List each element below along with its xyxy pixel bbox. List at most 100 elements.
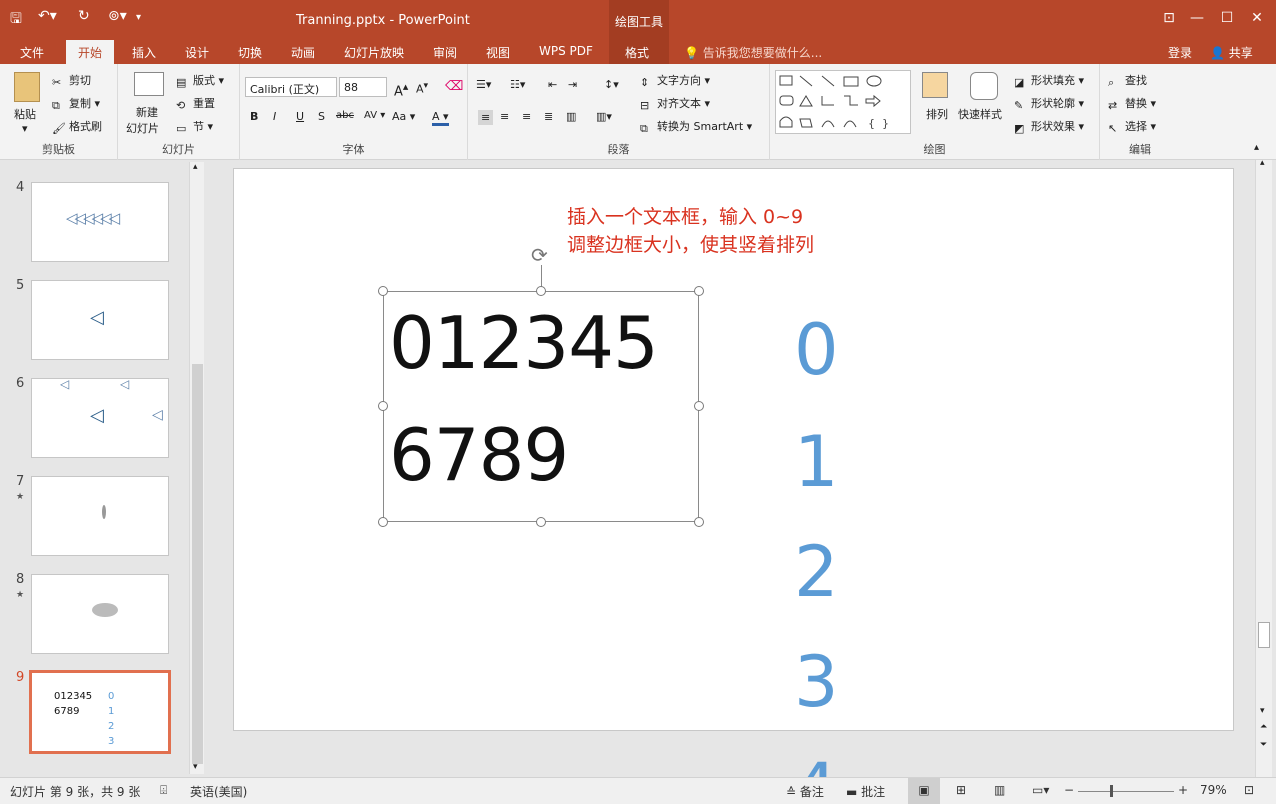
font-size-combo[interactable]: 88: [339, 77, 387, 97]
zoom-slider[interactable]: [1078, 791, 1174, 792]
underline-button[interactable]: U: [296, 110, 304, 123]
zoom-out-button[interactable]: −: [1064, 783, 1074, 797]
tell-me-box[interactable]: 💡 告诉我您想要做什么...: [684, 44, 822, 61]
char-spacing-button[interactable]: AV ▾: [364, 110, 385, 121]
resize-handle-e[interactable]: [694, 401, 704, 411]
zoom-level[interactable]: 79%: [1200, 783, 1227, 797]
resize-handle-n[interactable]: [536, 286, 546, 296]
tab-slideshow[interactable]: 幻灯片放映: [344, 44, 404, 61]
distributed-icon[interactable]: ▥: [566, 110, 576, 123]
shadow-button[interactable]: S: [318, 110, 325, 123]
reading-view-icon[interactable]: ▥: [994, 783, 1005, 797]
arrange-icon[interactable]: [922, 72, 948, 98]
tab-home[interactable]: 开始: [66, 40, 115, 64]
fit-to-window-icon[interactable]: ⊡: [1244, 783, 1254, 797]
login-link[interactable]: 登录: [1168, 44, 1192, 61]
rotate-handle-icon[interactable]: ⟳: [531, 243, 548, 267]
decrease-indent-icon[interactable]: ⇤: [548, 78, 557, 91]
strikethrough-button[interactable]: abc: [336, 110, 354, 121]
tab-insert[interactable]: 插入: [132, 44, 156, 61]
share-button[interactable]: 👤 共享: [1210, 44, 1253, 61]
thumbnail-scroll-thumb[interactable]: [192, 364, 203, 764]
next-slide-icon[interactable]: ⏷: [1260, 740, 1267, 750]
tab-wps-pdf[interactable]: WPS PDF: [539, 44, 593, 58]
text-box-line-1[interactable]: 012345: [389, 301, 659, 385]
increase-indent-icon[interactable]: ⇥: [568, 78, 577, 91]
italic-button[interactable]: I: [273, 110, 276, 123]
change-case-button[interactable]: Aa ▾: [392, 110, 415, 123]
font-name-combo[interactable]: Calibri (正文): [245, 77, 337, 97]
slide-thumbnail-9[interactable]: 012345 6789 0 1 2 3: [29, 670, 171, 754]
quick-styles-icon[interactable]: [970, 72, 998, 100]
cut-button[interactable]: ✂ 剪切: [52, 72, 91, 89]
shrink-font-button[interactable]: A▾: [416, 80, 428, 96]
customize-icon[interactable]: ▾: [136, 12, 141, 23]
smartart-button[interactable]: ⧉ 转换为 SmartArt ▾: [640, 118, 752, 135]
normal-view-icon[interactable]: ▣: [908, 778, 940, 804]
resize-handle-w[interactable]: [378, 401, 388, 411]
columns-icon[interactable]: ▥▾: [596, 110, 612, 123]
text-direction-button[interactable]: ⇕ 文字方向 ▾: [640, 72, 710, 89]
close-button[interactable]: ✕: [1248, 10, 1266, 26]
format-painter-button[interactable]: 🖌 格式刷: [52, 118, 102, 135]
ribbon-display-icon[interactable]: ⊡: [1160, 10, 1178, 26]
tab-transitions[interactable]: 切换: [238, 44, 262, 61]
comments-button[interactable]: ▬ 批注: [846, 783, 885, 800]
section-button[interactable]: ▭ 节 ▾: [176, 118, 213, 135]
bullets-icon[interactable]: ☰▾: [476, 78, 491, 91]
maximize-button[interactable]: ☐: [1218, 10, 1236, 26]
slide-thumbnail-4[interactable]: ◁◁◁◁◁◁: [31, 182, 169, 262]
slide-sorter-icon[interactable]: ⊞: [956, 783, 966, 797]
layout-button[interactable]: ▤ 版式 ▾: [176, 72, 224, 89]
spell-check-icon[interactable]: ⌹: [160, 783, 167, 798]
shape-fill-button[interactable]: ◪ 形状填充 ▾: [1014, 72, 1084, 89]
tab-animations[interactable]: 动画: [291, 44, 315, 61]
thumbnail-scrollbar[interactable]: ▴ ▾: [189, 162, 204, 774]
tab-review[interactable]: 审阅: [433, 44, 457, 61]
save-icon[interactable]: 🖫: [10, 8, 22, 32]
replace-button[interactable]: ⇄ 替换 ▾: [1108, 95, 1156, 112]
arrange-button[interactable]: 排列: [926, 106, 948, 122]
slide-thumbnail-8[interactable]: [31, 574, 169, 654]
zoom-slider-thumb[interactable]: [1110, 785, 1113, 797]
text-box-line-2[interactable]: 6789: [389, 413, 569, 497]
align-center-icon[interactable]: ≡: [500, 110, 509, 123]
slide-canvas[interactable]: 插入一个文本框，输入 0~9 调整边框大小，使其竖着排列 ⟳ 012345 67…: [233, 168, 1234, 731]
justify-icon[interactable]: ≣: [544, 110, 553, 123]
shape-outline-button[interactable]: ✎ 形状轮廓 ▾: [1014, 95, 1084, 112]
zoom-in-button[interactable]: +: [1178, 783, 1188, 797]
minimize-button[interactable]: —: [1188, 10, 1206, 26]
align-left-icon[interactable]: ≡: [478, 110, 494, 125]
font-color-button[interactable]: A ▾: [432, 110, 449, 126]
numbering-icon[interactable]: ☷▾: [510, 78, 525, 91]
quick-styles-button[interactable]: 快速样式: [958, 106, 1002, 122]
tab-design[interactable]: 设计: [185, 44, 209, 61]
paste-button[interactable]: 粘贴: [14, 106, 36, 122]
new-slide-icon[interactable]: [134, 72, 164, 96]
collapse-ribbon-icon[interactable]: ▴: [1254, 142, 1259, 153]
slide-thumbnail-7[interactable]: [31, 476, 169, 556]
paste-icon[interactable]: [14, 72, 40, 102]
align-text-button[interactable]: ⊟ 对齐文本 ▾: [640, 95, 710, 112]
line-spacing-icon[interactable]: ↕▾: [604, 78, 619, 91]
tab-view[interactable]: 视图: [486, 44, 510, 61]
redo-icon[interactable]: ↻: [78, 8, 90, 24]
find-button[interactable]: ⌕ 查找: [1108, 72, 1147, 89]
tab-format[interactable]: 格式: [625, 44, 649, 61]
previous-slide-icon[interactable]: ⏶: [1260, 722, 1267, 732]
notes-button[interactable]: ≙ 备注: [786, 783, 824, 800]
slide-thumbnail-5[interactable]: ◁: [31, 280, 169, 360]
select-button[interactable]: ↖ 选择 ▾: [1108, 118, 1156, 135]
copy-button[interactable]: ⧉ 复制 ▾: [52, 95, 100, 112]
shapes-gallery[interactable]: {}: [775, 70, 911, 134]
resize-handle-sw[interactable]: [378, 517, 388, 527]
resize-handle-nw[interactable]: [378, 286, 388, 296]
present-icon[interactable]: ⊚▾: [108, 8, 127, 24]
new-slide-button[interactable]: 新建: [136, 104, 158, 120]
bold-button[interactable]: B: [250, 110, 258, 123]
editor-scrollbar[interactable]: ▴ ▾ ⏶ ⏷: [1255, 158, 1272, 777]
slideshow-icon[interactable]: ▭▾: [1032, 783, 1049, 797]
grow-font-button[interactable]: A▴: [394, 80, 408, 99]
slide-thumbnail-6[interactable]: ◁ ◁ ◁ ◁: [31, 378, 169, 458]
undo-icon[interactable]: ↶▾: [38, 8, 57, 24]
